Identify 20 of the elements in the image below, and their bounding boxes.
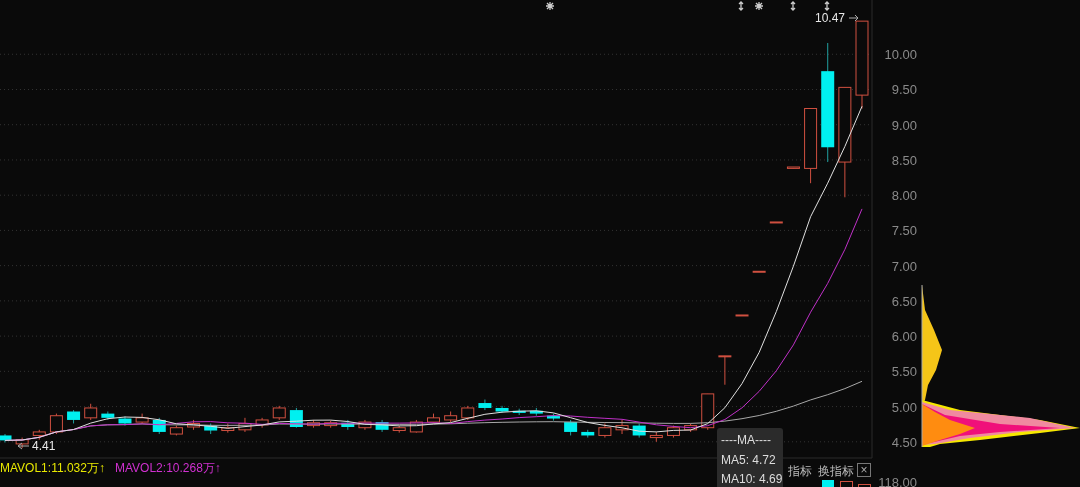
tooltip-value: MA5: 4.72 [721,453,776,467]
axis-tick-label: 4.50 [891,434,917,450]
axis-tick-label: 5.00 [891,399,917,415]
axis-tick-label: 9.50 [891,82,917,98]
axis-tick-label: 5.50 [891,364,917,380]
axis-tick-label: 6.00 [891,329,917,345]
axis-tick-label: 118.00 [878,475,917,487]
low-price-label: 4.41 [32,439,56,453]
axis-tick-label: 7.50 [891,223,917,239]
axis-tick-label: 9.00 [891,117,917,133]
indicator-value: MAVOL2:10.268万↑ [115,461,221,475]
axis-tick-label: 6.50 [891,293,917,309]
tooltip-value: MA10: 4.69 [721,472,783,486]
tooltip-title: ----MA---- [721,433,771,447]
high-price-label: 10.47 [814,11,845,25]
axis-tick-label: 10.00 [884,47,917,63]
axis-tick-label: 8.00 [891,188,917,204]
axis-tick-label: 8.50 [891,152,917,168]
indicator-value: MAVOL1:11.032万↑ [0,461,105,475]
axis-tick-label: 7.00 [891,258,917,274]
